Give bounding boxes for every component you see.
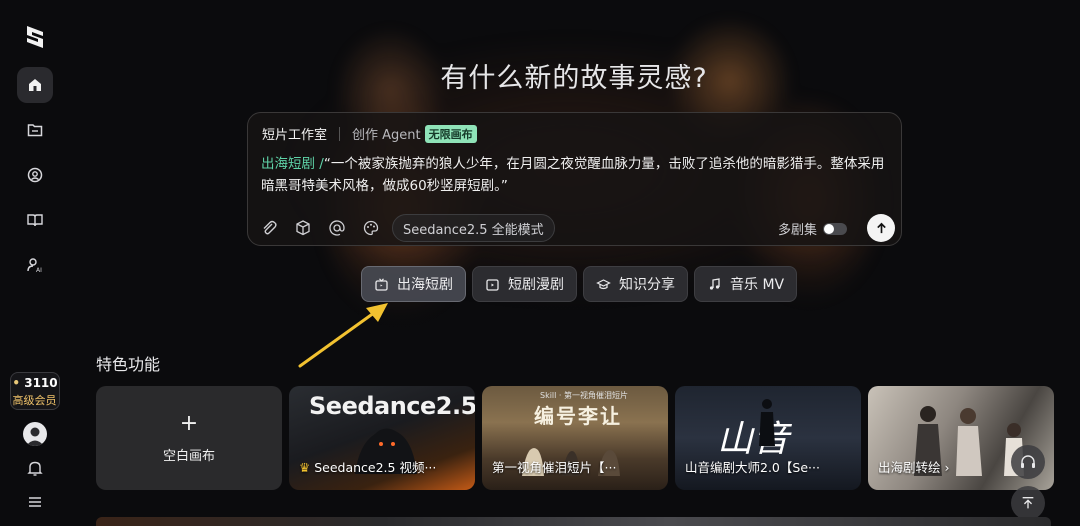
chip-label: 短剧漫剧 bbox=[508, 277, 564, 293]
brand-logo[interactable] bbox=[24, 24, 46, 50]
card-caption: 山音编剧大师2.0【Se··· bbox=[685, 460, 820, 475]
send-button[interactable] bbox=[867, 214, 895, 242]
chip-music-mv[interactable]: 音乐 MV bbox=[694, 266, 798, 302]
blank-canvas-card[interactable]: + 空白画布 bbox=[96, 386, 282, 490]
card-caption-text: Seedance2.5 视频··· bbox=[314, 460, 437, 475]
arrow-top-icon bbox=[1022, 497, 1034, 509]
avatar[interactable] bbox=[23, 422, 47, 446]
sidebar-item-library[interactable] bbox=[17, 202, 53, 238]
cube-icon[interactable] bbox=[294, 219, 312, 237]
folder-icon bbox=[27, 124, 43, 137]
mode-divider bbox=[339, 126, 341, 141]
features-title: 特色功能 bbox=[96, 355, 161, 374]
menu-icon[interactable] bbox=[25, 492, 45, 512]
tv-icon bbox=[375, 277, 388, 291]
credits-badge[interactable]: • 3110 高级会员 bbox=[10, 372, 60, 410]
toggle-switch[interactable] bbox=[823, 222, 847, 235]
user-avatar-icon bbox=[26, 427, 44, 446]
graduation-icon bbox=[596, 278, 611, 289]
prompt-composer: 短片工作室 创作 Agent 无限画布 出海短剧 /“一个被家族抛弃的狼人少年，… bbox=[247, 112, 902, 246]
explore-icon bbox=[27, 167, 43, 183]
paperclip-icon[interactable] bbox=[260, 219, 278, 237]
prompt-input[interactable]: 出海短剧 /“一个被家族抛弃的狼人少年，在月圆之夜觉醒血脉力量，击败了追杀他的暗… bbox=[261, 153, 891, 197]
card-caption: ♛ Seedance2.5 视频··· bbox=[299, 457, 465, 476]
chip-label: 音乐 MV bbox=[730, 277, 785, 293]
crown-icon: ♛ bbox=[299, 460, 311, 475]
feature-card-shanyin[interactable]: 山音 山音编剧大师2.0【Se··· bbox=[675, 386, 861, 490]
play-icon bbox=[486, 278, 499, 291]
annotation-arrow-icon bbox=[298, 303, 388, 368]
card-caption-text: 出海剧转绘 bbox=[878, 460, 941, 475]
sidebar-item-avatar-ai[interactable]: AI bbox=[17, 247, 53, 283]
silhouette-illustration bbox=[759, 399, 775, 446]
sidebar-item-assets[interactable] bbox=[17, 112, 53, 148]
sidebar-item-explore[interactable] bbox=[17, 157, 53, 193]
at-mention-icon[interactable] bbox=[328, 219, 346, 237]
mode-creative-agent[interactable]: 创作 Agent bbox=[352, 124, 421, 143]
credits-count: • 3110 bbox=[12, 376, 58, 390]
page-title: 有什么新的故事灵感? bbox=[440, 63, 708, 94]
prompt-text: “一个被家族抛弃的狼人少年，在月圆之夜觉醒血脉力量，击败了追杀他的暗影猎手。整体… bbox=[261, 156, 885, 194]
prompt-template-tag[interactable]: 出海短剧 / bbox=[261, 156, 324, 172]
support-button[interactable] bbox=[1011, 445, 1045, 479]
mode-short-film-studio[interactable]: 短片工作室 bbox=[262, 124, 327, 143]
chip-overseas-drama[interactable]: 出海短剧 bbox=[361, 266, 466, 302]
chip-short-drama-comic[interactable]: 短剧漫剧 bbox=[472, 266, 577, 302]
back-to-top-button[interactable] bbox=[1011, 486, 1045, 520]
palette-icon[interactable] bbox=[362, 219, 380, 237]
chip-knowledge-share[interactable]: 知识分享 bbox=[583, 266, 688, 302]
arrow-up-icon bbox=[876, 222, 886, 233]
blank-canvas-label: 空白画布 bbox=[162, 448, 215, 464]
feature-card-first-person[interactable]: Skill · 第一视角催泪短片 编号李让 第一视角催泪短片【··· bbox=[482, 386, 668, 490]
template-chips: 出海短剧 短剧漫剧 知识分享 音乐 MV bbox=[361, 266, 803, 302]
composer-toolbar: Seedance2.5 全能模式 bbox=[260, 214, 555, 242]
headset-icon bbox=[1021, 455, 1035, 468]
bell-icon[interactable] bbox=[25, 458, 45, 478]
feature-card-seedance[interactable]: Seedance2.5 ♛ Seedance2.5 视频··· bbox=[289, 386, 475, 490]
plus-icon: + bbox=[179, 410, 199, 436]
card-overlay-title: 编号李让 bbox=[534, 404, 622, 428]
multi-episode-label: 多剧集 bbox=[777, 223, 817, 238]
membership-tier: 高级会员 bbox=[12, 394, 57, 407]
next-section-preview bbox=[96, 517, 1051, 526]
card-caption: 第一视角催泪短片【··· bbox=[492, 460, 617, 475]
svg-text:AI: AI bbox=[36, 267, 42, 274]
mode-switcher: 短片工作室 创作 Agent 无限画布 bbox=[262, 124, 477, 143]
chevron-right-icon: › bbox=[944, 460, 950, 475]
user-ai-icon: AI bbox=[27, 258, 42, 274]
music-icon bbox=[709, 277, 720, 290]
chip-label: 出海短剧 bbox=[397, 277, 453, 293]
book-icon bbox=[27, 214, 43, 227]
credits-value: 3110 bbox=[24, 376, 58, 390]
feature-cards: + 空白画布 Seedance2.5 ♛ Seedance2.5 视频··· S… bbox=[96, 386, 1061, 490]
infinite-canvas-badge: 无限画布 bbox=[424, 124, 477, 143]
chip-label: 知识分享 bbox=[619, 277, 675, 293]
model-selector[interactable]: Seedance2.5 全能模式 bbox=[392, 214, 555, 242]
multi-episode-toggle[interactable]: 多剧集 bbox=[778, 219, 847, 238]
